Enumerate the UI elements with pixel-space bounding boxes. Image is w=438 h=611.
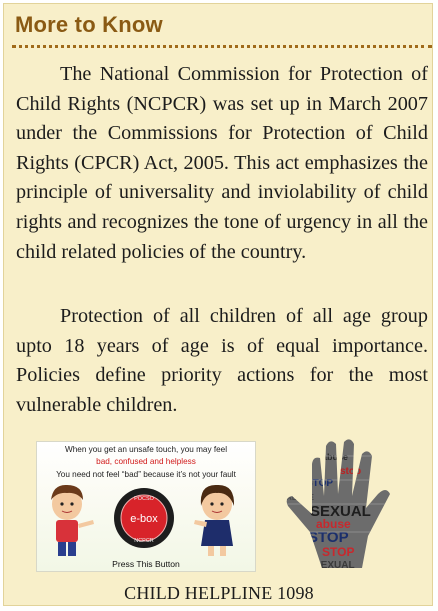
word-cloud-word: SEXUAL — [314, 560, 355, 570]
more-to-know-box: More to Know The National Commission for… — [3, 3, 433, 606]
badge-center-text: e-box — [130, 513, 158, 525]
ebox-line-1: When you get an unsafe touch, you may fe… — [64, 445, 228, 454]
stop-abuse-hand-image: SEXUAL abuse stop STOP ABUSE SEXUAL abus… — [286, 439, 391, 570]
dotted-divider — [12, 45, 432, 48]
girl-figure — [194, 484, 235, 556]
ebox-line-3: You need not feel “bad” because it’s not… — [56, 470, 236, 479]
word-cloud-word: stop — [340, 466, 361, 477]
ebox-badge-icon: POCSO e-box NCPCR — [114, 488, 174, 548]
badge-bottom-text: NCPCR — [134, 538, 154, 544]
paragraph-ncpcr: The National Commission for Protection o… — [16, 63, 428, 263]
badge-top-text: POCSO — [134, 496, 155, 502]
word-cloud-word: STOP — [322, 545, 354, 559]
word-cloud-hand: SEXUAL abuse stop STOP ABUSE SEXUAL abus… — [286, 439, 391, 570]
section-heading: More to Know — [15, 12, 163, 37]
press-button-caption: Press This Button — [112, 559, 180, 569]
child-helpline-text: CHILD HELPLINE 1098 — [124, 583, 314, 603]
word-cloud-word: abuse — [322, 452, 348, 462]
ebox-line-2: bad, confused and helpless — [96, 457, 196, 466]
boy-figure — [51, 484, 94, 556]
ebox-illustration: When you get an unsafe touch, you may fe… — [36, 441, 256, 572]
word-cloud-word: ABUSE — [286, 493, 315, 502]
paragraph-protection: Protection of all children of all age gr… — [16, 305, 428, 416]
word-cloud-word: SEXUAL — [286, 443, 319, 452]
ebox-figures: POCSO e-box NCPCR — [51, 484, 235, 556]
